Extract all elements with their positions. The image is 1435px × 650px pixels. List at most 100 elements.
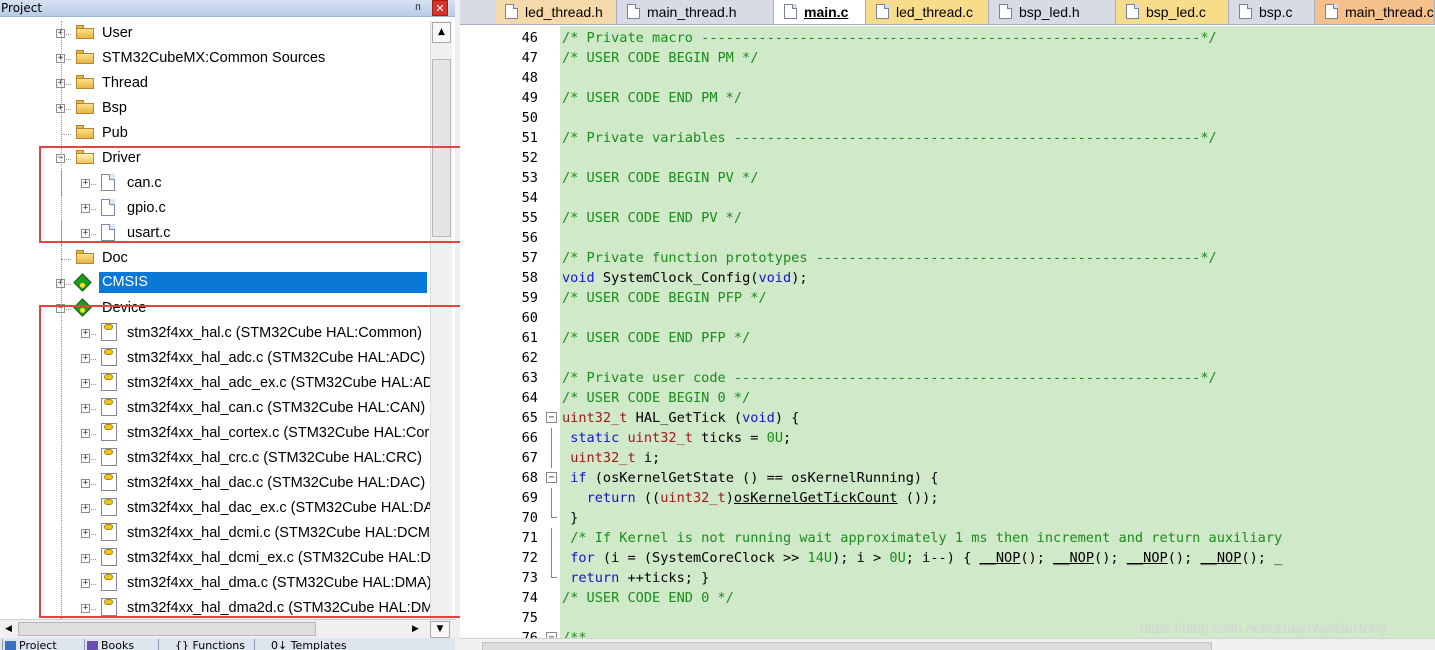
code-text[interactable]: return ++ticks; } <box>562 568 709 588</box>
code-token: 0U <box>766 430 784 446</box>
tree-item[interactable]: Pub <box>0 121 430 146</box>
code-text[interactable]: /* USER CODE END 0 */ <box>562 588 734 608</box>
expand-icon[interactable]: + <box>81 229 90 238</box>
scrollbar-thumb[interactable] <box>432 59 451 237</box>
tree-horizontal-scrollbar[interactable]: ◀ ▶ ▼ <box>0 619 455 638</box>
expand-icon[interactable]: + <box>81 479 90 488</box>
tree-item[interactable]: − Driver <box>0 146 430 171</box>
tree-item[interactable]: + stm32f4xx_hal_dma.c (STM32Cube HAL:DMA) <box>0 571 432 596</box>
expand-icon[interactable]: + <box>81 604 90 613</box>
tree-item[interactable]: + stm32f4xx_hal_adc.c (STM32Cube HAL:ADC) <box>0 346 430 371</box>
panel-tab[interactable]: {} Functions <box>158 639 245 650</box>
tree-item[interactable]: + Bsp <box>0 96 430 121</box>
expand-icon[interactable]: + <box>81 554 90 563</box>
code-token: uint32_t <box>627 430 693 446</box>
code-token: for <box>570 550 595 566</box>
scroll-right-arrow-icon[interactable]: ▶ <box>407 621 424 638</box>
editor-horizontal-scrollbar[interactable] <box>460 638 1435 650</box>
tree-item[interactable]: + Thread <box>0 71 430 96</box>
file-tab[interactable]: bsp_led.h <box>989 0 1116 24</box>
expand-icon[interactable]: + <box>81 529 90 538</box>
tree-item[interactable]: + STM32CubeMX:Common Sources <box>0 46 430 71</box>
code-text[interactable]: /* If Kernel is not running wait approxi… <box>562 528 1282 548</box>
expand-icon[interactable]: + <box>81 454 90 463</box>
expand-icon[interactable]: + <box>81 379 90 388</box>
c-file-icon <box>101 174 115 191</box>
panel-tab[interactable]: Books <box>84 639 134 650</box>
tree-item[interactable]: + stm32f4xx_hal_can.c (STM32Cube HAL:CAN) <box>0 396 430 421</box>
tree-vertical-scrollbar[interactable]: ▲ <box>430 21 452 619</box>
code-text[interactable]: /* USER CODE BEGIN PFP */ <box>562 288 767 308</box>
tree-item[interactable]: + stm32f4xx_hal_dma2d.c (STM32Cube HAL:DM <box>0 596 433 621</box>
tree-item[interactable]: + can.c <box>0 171 430 196</box>
tree-item[interactable]: + stm32f4xx_hal_dac.c (STM32Cube HAL:DAC) <box>0 471 430 496</box>
file-tab[interactable]: main_thread.h <box>617 0 774 24</box>
fold-collapse-icon[interactable]: − <box>546 412 557 423</box>
code-text[interactable]: for (i = (SystemCoreClock >> 14U); i > 0… <box>562 548 1282 568</box>
file-tab[interactable]: led_thread.h <box>495 0 617 24</box>
code-text[interactable]: /* USER CODE BEGIN 0 */ <box>562 388 750 408</box>
file-tab[interactable]: main.c <box>774 0 866 24</box>
expand-icon[interactable]: + <box>81 354 90 363</box>
expand-icon[interactable]: + <box>81 329 90 338</box>
code-text[interactable]: /* USER CODE BEGIN PM */ <box>562 48 758 68</box>
tree-item[interactable]: Doc <box>0 246 430 271</box>
expand-icon[interactable]: + <box>81 579 90 588</box>
code-text[interactable]: /* Private macro -----------------------… <box>562 28 1217 48</box>
fold-collapse-icon[interactable]: − <box>546 472 557 483</box>
expand-icon[interactable]: + <box>81 504 90 513</box>
close-icon[interactable]: ✕ <box>432 0 448 16</box>
code-text[interactable]: /* USER CODE BEGIN PV */ <box>562 168 758 188</box>
panel-tab[interactable]: 0↓ Templates <box>254 639 347 650</box>
code-text[interactable]: } <box>562 508 578 528</box>
code-text[interactable]: /* Private variables -------------------… <box>562 128 1217 148</box>
code-text[interactable]: if (osKernelGetState () == osKernelRunni… <box>562 468 938 488</box>
panel-tab[interactable]: Project <box>2 639 57 650</box>
code-line: 51 /* Private variables -----------------… <box>460 128 1435 148</box>
file-tab[interactable]: main_thread.c <box>1315 0 1435 24</box>
tree-item[interactable]: + stm32f4xx_hal_adc_ex.c (STM32Cube HAL:A… <box>0 371 433 396</box>
tree-item[interactable]: + gpio.c <box>0 196 430 221</box>
scroll-left-arrow-icon[interactable]: ◀ <box>0 621 17 638</box>
code-text[interactable]: /* USER CODE END PV */ <box>562 208 742 228</box>
tree-item[interactable]: + User <box>0 21 430 46</box>
tree-item[interactable]: + stm32f4xx_hal_crc.c (STM32Cube HAL:CRC) <box>0 446 430 471</box>
tree-item-label: gpio.c <box>127 200 166 216</box>
tree-item[interactable]: − Device <box>0 296 430 321</box>
tree-item[interactable]: + usart.c <box>0 221 430 246</box>
code-text[interactable]: /* Private user code -------------------… <box>562 368 1217 388</box>
code-area[interactable]: 46 /* Private macro ---------------------… <box>460 26 1435 638</box>
line-number: 66 <box>521 430 538 446</box>
code-text[interactable]: uint32_t HAL_GetTick (void) { <box>562 408 799 428</box>
file-tab[interactable]: bsp_led.c <box>1116 0 1229 24</box>
file-tab[interactable]: led_thread.c <box>866 0 989 24</box>
code-text[interactable]: /* USER CODE END PM */ <box>562 88 742 108</box>
expand-icon[interactable]: + <box>81 404 90 413</box>
scrollbar-thumb[interactable] <box>18 622 316 636</box>
tree-item[interactable]: + stm32f4xx_hal.c (STM32Cube HAL:Common) <box>0 321 430 346</box>
scroll-down-arrow-icon[interactable]: ▼ <box>430 621 450 638</box>
file-tab[interactable]: bsp.c <box>1229 0 1315 24</box>
panel-bottom-tabs: Project Books {} Functions 0↓ Templates <box>0 638 455 650</box>
scroll-up-arrow-icon[interactable]: ▲ <box>432 22 451 43</box>
code-text[interactable]: uint32_t i; <box>562 448 660 468</box>
expand-icon[interactable]: + <box>81 179 90 188</box>
tree-item[interactable]: + stm32f4xx_hal_dcmi.c (STM32Cube HAL:DCM <box>0 521 430 546</box>
panel-tab-label: Project <box>19 639 57 650</box>
scrollbar-thumb[interactable] <box>482 642 1212 650</box>
component-diamond-icon <box>73 273 92 292</box>
code-text[interactable]: void SystemClock_Config(void); <box>562 268 808 288</box>
expand-icon[interactable]: + <box>81 204 90 213</box>
expand-icon[interactable]: + <box>81 429 90 438</box>
code-text[interactable]: /** <box>562 628 587 638</box>
code-text[interactable]: /* USER CODE END PFP */ <box>562 328 750 348</box>
tree-item[interactable]: + stm32f4xx_hal_dcmi_ex.c (STM32Cube HAL:… <box>0 546 431 571</box>
tree-item[interactable]: + CMSIS <box>0 271 430 296</box>
pin-icon[interactable]: ᴨ <box>411 1 425 15</box>
code-text[interactable]: /* Private function prototypes ---------… <box>562 248 1217 268</box>
tree-item[interactable]: + stm32f4xx_hal_cortex.c (STM32Cube HAL:C… <box>0 421 430 446</box>
code-text[interactable]: return ((uint32_t)osKernelGetTickCount (… <box>562 488 939 508</box>
code-text[interactable]: static uint32_t ticks = 0U; <box>562 428 791 448</box>
tree-item[interactable]: + stm32f4xx_hal_dac_ex.c (STM32Cube HAL:D… <box>0 496 433 521</box>
